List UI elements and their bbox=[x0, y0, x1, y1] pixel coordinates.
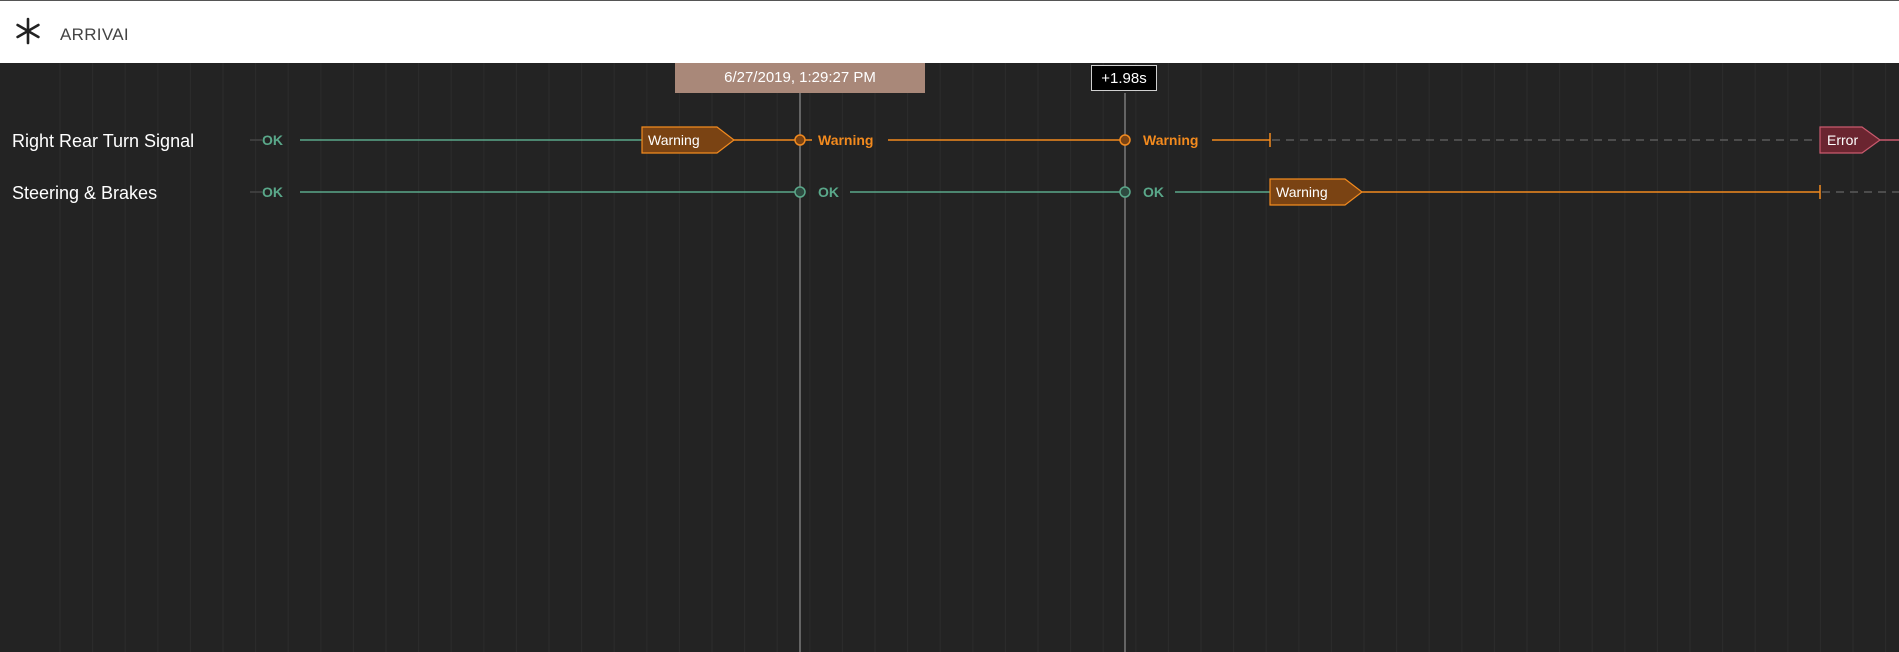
svg-text:Warning: Warning bbox=[648, 132, 700, 148]
row-right-rear-turn-signal-track bbox=[250, 133, 1899, 147]
row-steering-brakes-track bbox=[250, 185, 1899, 199]
svg-text:OK: OK bbox=[262, 132, 283, 148]
timeline-canvas[interactable]: OK Warning Warning Warning Error OK OK O… bbox=[0, 63, 1899, 652]
cursor-intersection-point bbox=[1119, 186, 1131, 198]
svg-text:OK: OK bbox=[262, 184, 283, 200]
asterisk-icon[interactable] bbox=[14, 17, 42, 45]
svg-text:Warning: Warning bbox=[1276, 184, 1328, 200]
app-title: ARRIVAI bbox=[60, 25, 129, 44]
state-ok-label[interactable]: OK bbox=[262, 132, 283, 148]
row-label-right-rear-turn-signal: Right Rear Turn Signal bbox=[12, 131, 195, 151]
cursor-intersection-point bbox=[794, 186, 806, 198]
svg-text:Error: Error bbox=[1827, 132, 1858, 148]
timeline-panel[interactable]: OK Warning Warning Warning Error OK OK O… bbox=[0, 63, 1899, 652]
state-error-tag[interactable]: Error bbox=[1819, 126, 1882, 154]
svg-text:OK: OK bbox=[818, 184, 839, 200]
svg-text:Warning: Warning bbox=[1143, 132, 1198, 148]
svg-text:Warning: Warning bbox=[818, 132, 873, 148]
state-ok-label[interactable]: OK bbox=[262, 184, 283, 200]
cursor-date-tooltip[interactable]: 6/27/2019, 1:29:27 PM bbox=[675, 63, 925, 93]
state-warning-label[interactable]: Warning bbox=[818, 132, 873, 148]
time-grid bbox=[59, 63, 1887, 652]
state-ok-label[interactable]: OK bbox=[1143, 184, 1164, 200]
svg-text:OK: OK bbox=[1143, 184, 1164, 200]
row-label-steering-brakes: Steering & Brakes bbox=[12, 183, 158, 203]
cursor-delta-tooltip[interactable]: +1.98s bbox=[1091, 65, 1157, 91]
state-warning-tag[interactable]: Warning bbox=[1269, 178, 1363, 206]
state-ok-label[interactable]: OK bbox=[818, 184, 839, 200]
cursor-intersection-point bbox=[794, 134, 806, 146]
cursor-intersection-point bbox=[1119, 134, 1131, 146]
state-warning-label[interactable]: Warning bbox=[1143, 132, 1198, 148]
app-header: ARRIVAI bbox=[0, 0, 1899, 63]
state-warning-tag[interactable]: Warning bbox=[641, 126, 735, 154]
